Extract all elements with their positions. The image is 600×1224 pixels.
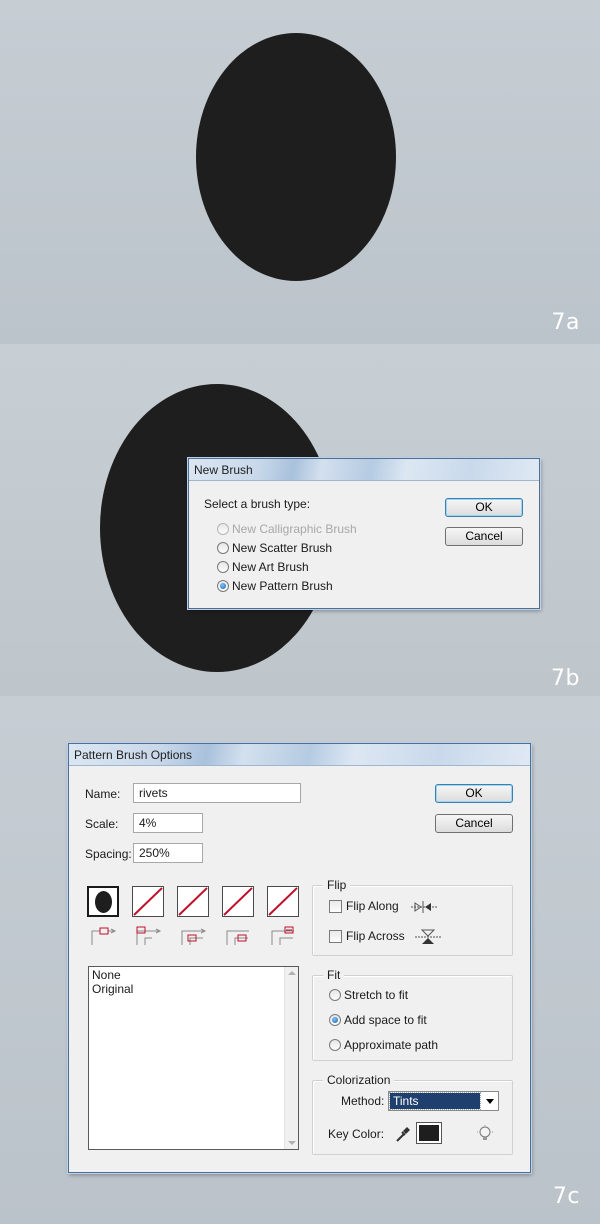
radio-label-calligraphic-brush: New Calligraphic Brush — [232, 522, 357, 536]
start-tile-icon — [226, 930, 249, 945]
eyedropper-icon[interactable] — [394, 1125, 412, 1143]
pattern-brush-options-dialog: Pattern Brush Options Name: rivets Scale… — [68, 743, 531, 1173]
flip-group-title: Flip — [323, 878, 351, 892]
name-label: Name: — [85, 787, 121, 801]
end-tile[interactable] — [267, 886, 299, 917]
cancel-button[interactable]: Cancel — [435, 814, 513, 833]
flip-along-icon — [411, 901, 437, 913]
scale-field[interactable]: 4% — [133, 813, 203, 833]
method-label: Method: — [341, 1094, 385, 1108]
step-7c-panel: Pattern Brush Options Name: rivets Scale… — [0, 696, 600, 1224]
flip-group: Flip Flip Along Flip Across — [312, 878, 513, 956]
spacing-field[interactable]: 250% — [133, 843, 203, 863]
pattern-list-box[interactable]: None Original — [88, 966, 299, 1150]
no-tile-slash-icon — [178, 887, 208, 916]
method-selected-value: Tints — [389, 1092, 481, 1110]
colorization-group-title: Colorization — [323, 1073, 395, 1087]
flip-along-checkbox[interactable] — [329, 900, 342, 913]
pattern-list-item[interactable]: None — [92, 968, 121, 982]
fit-group: Fit Stretch to fit Add space to fit Appr… — [312, 968, 513, 1061]
inner-corner-tile[interactable] — [177, 886, 209, 917]
scroll-down-icon[interactable] — [288, 1141, 296, 1145]
radio-calligraphic-brush — [217, 523, 229, 535]
end-tile-icon — [271, 926, 294, 945]
dialog-title: Pattern Brush Options — [69, 744, 530, 766]
no-tile-slash-icon — [133, 887, 163, 916]
scale-label: Scale: — [85, 817, 119, 831]
cancel-button[interactable]: Cancel — [445, 527, 523, 546]
side-tile[interactable] — [87, 886, 119, 917]
ok-button[interactable]: OK — [445, 498, 523, 517]
inner-corner-icon — [181, 928, 207, 945]
no-tile-slash-icon — [223, 887, 253, 916]
radio-label-stretch-to-fit[interactable]: Stretch to fit — [344, 988, 408, 1002]
key-color-label: Key Color: — [328, 1127, 385, 1141]
list-scrollbar[interactable] — [284, 967, 298, 1149]
brush-type-prompt: Select a brush type: — [204, 497, 311, 511]
radio-label-add-space-to-fit[interactable]: Add space to fit — [344, 1013, 427, 1027]
radio-label-pattern-brush[interactable]: New Pattern Brush — [232, 579, 333, 593]
side-tile-icon — [91, 927, 117, 945]
flip-across-label[interactable]: Flip Across — [346, 929, 405, 943]
pattern-list-item[interactable]: Original — [92, 982, 133, 996]
fit-group-title: Fit — [323, 968, 345, 982]
name-field[interactable]: rivets — [133, 783, 301, 803]
ok-button[interactable]: OK — [435, 784, 513, 803]
flip-across-checkbox[interactable] — [329, 930, 342, 943]
rivet-ellipse-preview — [95, 891, 112, 913]
outer-corner-tile[interactable] — [132, 886, 164, 917]
outer-corner-icon — [136, 926, 162, 945]
radio-art-brush[interactable] — [217, 561, 229, 573]
flip-across-icon — [415, 929, 441, 944]
radio-scatter-brush[interactable] — [217, 542, 229, 554]
no-tile-slash-icon — [268, 887, 298, 916]
step-label-7a: 7a — [551, 310, 580, 335]
key-color-swatch[interactable] — [416, 1122, 442, 1144]
key-color-fill — [419, 1125, 439, 1141]
dialog-title: New Brush — [189, 459, 539, 481]
method-select[interactable]: Tints — [388, 1091, 499, 1111]
step-7b-panel: New Brush Select a brush type: New Calli… — [0, 344, 600, 696]
new-brush-dialog: New Brush Select a brush type: New Calli… — [188, 458, 540, 609]
spacing-label: Spacing: — [85, 847, 132, 861]
black-ellipse-shape[interactable] — [196, 33, 396, 281]
colorization-group: Colorization Method: Tints Key Color: — [312, 1073, 513, 1155]
scroll-up-icon[interactable] — [288, 971, 296, 975]
start-tile[interactable] — [222, 886, 254, 917]
radio-label-approximate-path[interactable]: Approximate path — [344, 1038, 438, 1052]
radio-add-space-to-fit[interactable] — [329, 1014, 341, 1026]
tips-lightbulb-icon[interactable] — [477, 1125, 493, 1143]
radio-approximate-path[interactable] — [329, 1039, 341, 1051]
radio-stretch-to-fit[interactable] — [329, 989, 341, 1001]
step-label-7c: 7c — [552, 1184, 580, 1209]
radio-pattern-brush[interactable] — [217, 580, 229, 592]
chevron-down-icon[interactable] — [486, 1099, 494, 1104]
step-label-7b: 7b — [551, 666, 580, 691]
radio-label-scatter-brush[interactable]: New Scatter Brush — [232, 541, 332, 555]
radio-label-art-brush[interactable]: New Art Brush — [232, 560, 309, 574]
flip-along-label[interactable]: Flip Along — [346, 899, 399, 913]
step-7a-panel: 7a — [0, 0, 600, 344]
